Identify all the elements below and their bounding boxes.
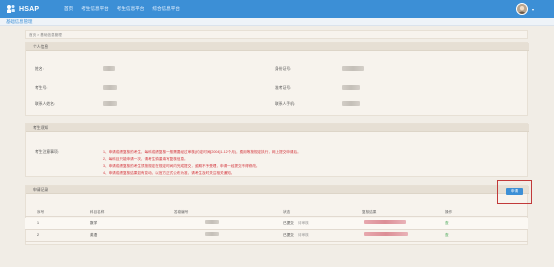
top-navigation-bar: HSAP 首页 考生信息平台 考生信息平台 综合信息平台 ▾ — [0, 0, 554, 18]
logo[interactable]: HSAP — [6, 3, 39, 15]
row-result — [364, 232, 408, 236]
row-subject: 数学 — [90, 221, 98, 225]
apply-button[interactable]: 申请 — [506, 188, 523, 195]
id-number-value — [342, 66, 364, 71]
avatar-icon — [517, 4, 527, 14]
row-index: 2 — [37, 233, 39, 237]
notice-item: 1、申请成绩复核的考生，每科成绩复核一般需要经过审核(约定时间[2004]1-1… — [103, 150, 301, 154]
table-divider — [25, 241, 528, 242]
row-view-link[interactable]: 查 — [445, 233, 449, 238]
sub-header: 基础信息管理 — [0, 18, 554, 26]
row-status: 已提交 — [283, 233, 294, 237]
name-label: 姓名: — [35, 67, 44, 71]
table-divider — [25, 229, 528, 230]
apply-button-highlight: 申请 — [497, 180, 532, 204]
main-nav: 首页 考生信息平台 考生信息平台 综合信息平台 — [60, 0, 184, 18]
notice-list: 1、申请成绩复核的考生，每科成绩复核一般需要经过审核(约定时间[2004]1-1… — [103, 149, 301, 177]
notice-title: 考生须知 — [33, 126, 49, 130]
row-paper-number — [205, 220, 219, 224]
admission-number-label: 准考证号: — [275, 86, 292, 90]
col-header-status: 状态 — [283, 210, 291, 214]
personal-info-header: 个人信息 — [26, 43, 529, 51]
row-subject: 英语 — [90, 233, 98, 237]
logo-icon — [7, 5, 15, 13]
notice-item: 3、申请成绩复核的考生须按规定在规定时间内完成提交，逾期不予受理，申请一经提交不… — [103, 164, 260, 168]
logo-text: HSAP — [19, 5, 40, 13]
contact-name-label: 联系人姓名: — [35, 102, 56, 106]
contact-phone-label: 联系人手机: — [275, 102, 296, 106]
col-header-subject: 科目名称 — [90, 210, 105, 214]
notice-header: 考生须知 — [26, 124, 529, 132]
row-index: 1 — [37, 221, 39, 225]
contact-name-value — [103, 101, 117, 106]
notice-label: 考生注意事项: — [35, 150, 59, 154]
name-value — [103, 66, 115, 71]
row-result — [364, 220, 406, 224]
col-header-paper-number: 答卷编号 — [174, 210, 189, 214]
nav-home[interactable]: 首页 — [60, 0, 77, 18]
contact-phone-value — [342, 101, 360, 106]
table-divider — [25, 216, 528, 217]
nav-student-info-2[interactable]: 考生信息平台 — [113, 0, 149, 18]
nav-general-info[interactable]: 综合信息平台 — [148, 0, 184, 18]
candidate-number-label: 考生号: — [35, 86, 48, 90]
records-panel: 申请记录 — [25, 185, 529, 245]
id-number-label: 身份证号: — [275, 67, 292, 71]
row-sub-status: 待审核 — [298, 233, 309, 237]
notice-item: 4、申请成绩复核结果如有变动，以官方正式公布为准，请考生及时关注相关通知。 — [103, 171, 235, 175]
breadcrumb: 首页 > 基础信息管理 — [29, 33, 62, 37]
row-view-link[interactable]: 查 — [445, 221, 449, 226]
table-row — [25, 218, 528, 229]
breadcrumb-panel: 首页 > 基础信息管理 — [25, 30, 528, 39]
candidate-number-value — [103, 85, 117, 90]
personal-info-title: 个人信息 — [33, 45, 49, 49]
col-header-action: 操作 — [445, 210, 453, 214]
col-header-result: 复核结果 — [362, 210, 377, 214]
row-sub-status: 待审核 — [298, 221, 309, 225]
nav-student-info[interactable]: 考生信息平台 — [77, 0, 113, 18]
records-title: 申请记录 — [33, 188, 49, 192]
row-status: 已提交 — [283, 221, 294, 225]
records-header: 申请记录 — [26, 186, 529, 194]
chevron-down-icon[interactable]: ▾ — [532, 7, 534, 12]
admission-number-value — [342, 85, 360, 90]
notice-item: 2、每科目只能申请一次，请考生慎重填写复核信息。 — [103, 157, 188, 161]
page-title: 基础信息管理 — [6, 19, 33, 24]
row-paper-number — [205, 232, 219, 236]
col-header-index: 序号 — [37, 210, 45, 214]
user-avatar[interactable] — [516, 3, 528, 15]
